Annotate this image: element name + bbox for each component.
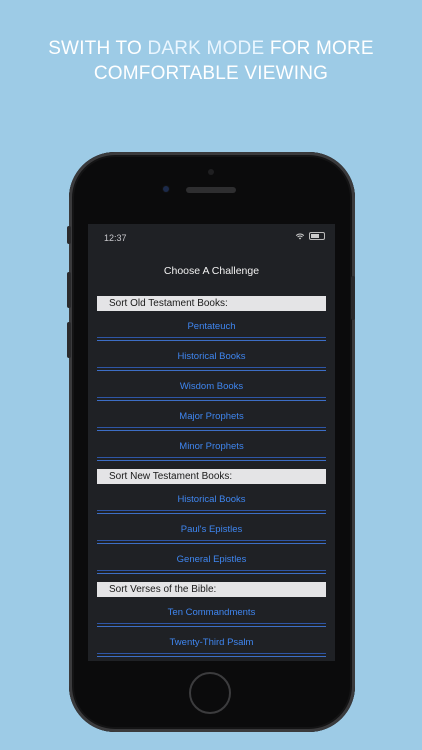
section-header: Sort Verses of the Bible: <box>97 582 326 597</box>
headline-part1: SWITH TO <box>48 38 148 59</box>
status-bar: 12:37 <box>88 224 335 250</box>
challenge-item[interactable]: General Epistles <box>97 544 326 574</box>
challenge-item[interactable]: Paul's Epistles <box>97 514 326 544</box>
challenge-item[interactable]: Minor Prophets <box>97 431 326 461</box>
challenge-item[interactable]: Pentateuch <box>97 311 326 341</box>
battery-icon <box>309 232 325 240</box>
volume-down-button <box>67 322 71 358</box>
volume-up-button <box>67 272 71 308</box>
earpiece-speaker <box>186 187 236 193</box>
section-header: Sort New Testament Books: <box>97 469 326 484</box>
challenge-item[interactable]: Historical Books <box>97 341 326 371</box>
power-button <box>351 276 355 320</box>
challenge-item[interactable]: Twenty-Third Psalm <box>97 627 326 657</box>
section-header: Sort Old Testament Books: <box>97 296 326 311</box>
challenge-item[interactable]: Historical Books <box>97 484 326 514</box>
status-time: 12:37 <box>104 233 127 243</box>
front-camera-icon <box>163 186 169 192</box>
promo-headline: SWITH TO DARK MODE FOR MORE COMFORTABLE … <box>0 36 422 86</box>
challenge-item[interactable]: Major Prophets <box>97 401 326 431</box>
challenge-item[interactable]: Ten Commandments <box>97 597 326 627</box>
status-icons <box>295 232 325 240</box>
headline-line2: COMFORTABLE VIEWING <box>93 63 329 84</box>
wifi-icon <box>295 233 305 239</box>
app-screen: 12:37 Choose A Challenge Sort Old Testam… <box>88 224 335 661</box>
proximity-sensor <box>208 169 214 175</box>
challenge-list: Sort Old Testament Books: Pentateuch Histo… <box>88 296 335 657</box>
challenge-item[interactable]: Wisdom Books <box>97 371 326 401</box>
headline-highlight: DARK MODE <box>147 38 265 59</box>
headline-part2: FOR MORE <box>264 38 374 59</box>
screen-title: Choose A Challenge <box>163 265 260 277</box>
home-button[interactable] <box>189 672 231 714</box>
mute-switch <box>67 226 71 244</box>
